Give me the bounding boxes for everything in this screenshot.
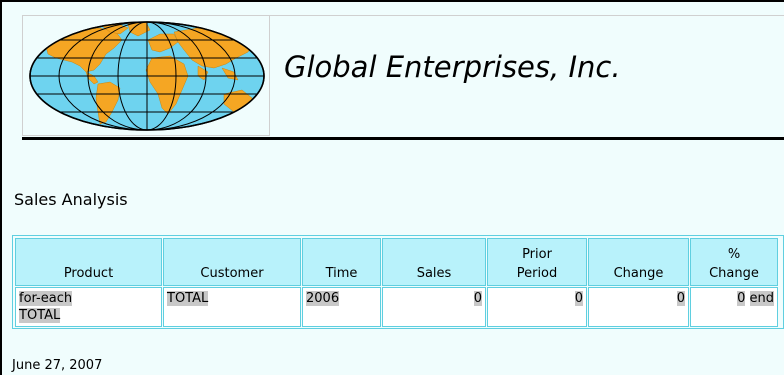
cell-sales[interactable]: 0 (382, 287, 486, 327)
cell-customer[interactable]: TOTAL (163, 287, 301, 327)
column-header-time[interactable]: Time (302, 238, 381, 286)
product-value: TOTAL (19, 308, 61, 323)
company-name: Global Enterprises, Inc. (284, 50, 621, 84)
window-frame-top (0, 0, 784, 2)
column-header-pct-change[interactable]: % Change (690, 238, 778, 286)
cell-change[interactable]: 0 (588, 287, 689, 327)
world-map-globe-icon (29, 21, 265, 131)
header-divider (22, 137, 784, 140)
column-header-customer[interactable]: Customer (163, 238, 301, 286)
column-header-product[interactable]: Product (15, 238, 162, 286)
table-row: for-each TOTAL TOTAL 2006 0 0 0 0 end (15, 287, 778, 327)
column-header-sales[interactable]: Sales (382, 238, 486, 286)
report-date: June 27, 2007 (12, 358, 103, 373)
cell-product[interactable]: for-each TOTAL (15, 287, 162, 327)
report-table-container: Product Customer Time Sales Prior Period … (12, 235, 784, 329)
report-header: Global Enterprises, Inc. (22, 15, 784, 136)
cell-time[interactable]: 2006 (302, 287, 381, 327)
logo-cell (22, 16, 270, 136)
column-header-change[interactable]: Change (588, 238, 689, 286)
cell-prior-period[interactable]: 0 (487, 287, 587, 327)
sales-table: Product Customer Time Sales Prior Period … (14, 237, 779, 328)
end-tag: end (749, 291, 774, 306)
table-header-row: Product Customer Time Sales Prior Period … (15, 238, 778, 286)
report-title: Sales Analysis (14, 190, 128, 209)
cell-pct-change[interactable]: 0 end (690, 287, 778, 327)
for-each-tag: for-each (19, 291, 73, 306)
column-header-prior-period[interactable]: Prior Period (487, 238, 587, 286)
window-frame-left (0, 0, 2, 375)
